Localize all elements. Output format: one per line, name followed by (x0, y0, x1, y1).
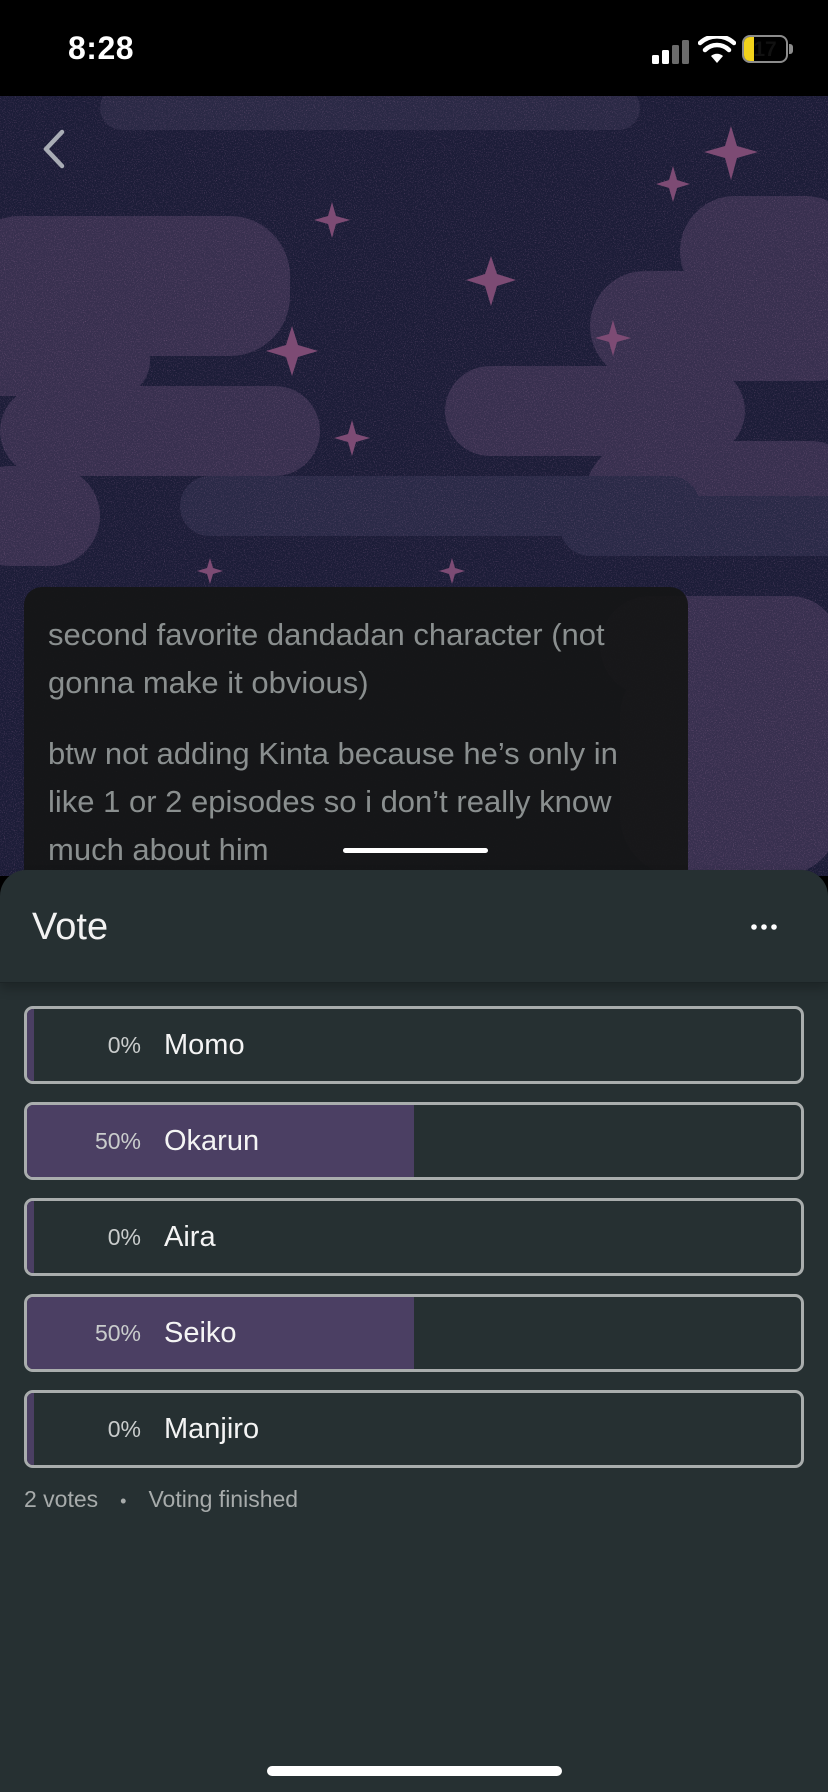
wifi-icon (698, 36, 736, 63)
poll-option-label: Seiko (164, 1317, 237, 1349)
poll-option-percent: 0% (107, 1032, 141, 1058)
separator-dot: • (120, 1491, 127, 1511)
battery-tip (789, 44, 793, 54)
vote-sheet: Vote 0% Momo 50% Okarun 0% Aira 50% Seik… (0, 870, 828, 1792)
poll-option-okarun[interactable]: 50% Okarun (24, 1102, 804, 1180)
poll-option-percent: 0% (107, 1416, 141, 1442)
status-time: 8:28 (68, 30, 135, 66)
poll-option-manjiro[interactable]: 0% Manjiro (24, 1390, 804, 1468)
poll-option-seiko[interactable]: 50% Seiko (24, 1294, 804, 1372)
ellipsis-icon (751, 924, 777, 930)
poll-option-percent: 0% (107, 1224, 141, 1250)
poll-option-label: Aira (164, 1221, 216, 1253)
more-options-button[interactable] (744, 910, 784, 944)
poll-option-label: Momo (164, 1029, 245, 1061)
poll-option-label: Manjiro (164, 1413, 260, 1445)
sheet-drag-handle[interactable] (343, 848, 488, 853)
poll-option-label: Okarun (164, 1125, 260, 1157)
battery-icon: 17 (742, 35, 788, 63)
status-bar: 8:28 17 (0, 0, 828, 96)
vote-count: 2 votes (24, 1486, 99, 1512)
back-button[interactable] (36, 124, 76, 174)
cellular-signal-icon (652, 40, 689, 64)
battery-level-text: 17 (753, 38, 777, 61)
poll-option-percent: 50% (94, 1128, 141, 1154)
post-description-card: second favorite dandadan character (not … (24, 587, 688, 887)
post-description-line-1: second favorite dandadan character (not … (48, 617, 605, 700)
vote-summary: 2 votes • Voting finished (24, 1486, 298, 1513)
chevron-left-icon (43, 129, 65, 169)
poll-option-momo[interactable]: 0% Momo (24, 1006, 804, 1084)
voting-status: Voting finished (148, 1486, 299, 1512)
poll-option-percent: 50% (94, 1320, 141, 1346)
vote-sheet-header: Vote (0, 870, 828, 983)
vote-sheet-title: Vote (32, 906, 109, 948)
home-indicator[interactable] (267, 1766, 562, 1776)
poll-option-aira[interactable]: 0% Aira (24, 1198, 804, 1276)
